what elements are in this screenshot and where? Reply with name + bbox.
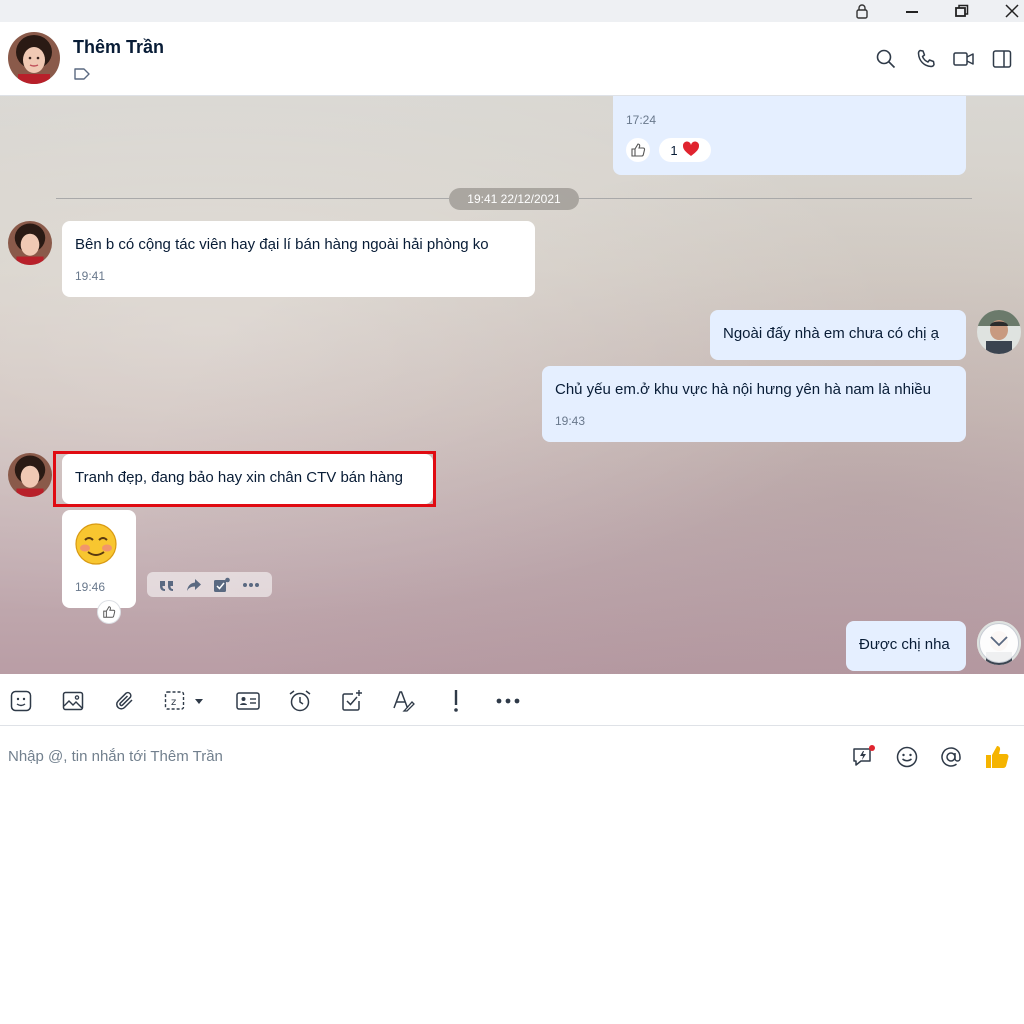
quote-icon[interactable] [159, 578, 175, 592]
phone-icon[interactable] [913, 46, 939, 72]
more-icon[interactable] [242, 582, 260, 588]
close-icon[interactable] [992, 0, 1024, 22]
message-text: Được chị nha [859, 636, 950, 653]
reaction-count: 1 [670, 142, 678, 158]
minimize-icon[interactable] [892, 0, 932, 22]
message-hover-actions [147, 572, 272, 597]
like-reaction-button[interactable] [97, 600, 121, 624]
video-icon[interactable] [951, 46, 977, 72]
contact-name[interactable]: Thêm Trần [73, 37, 164, 58]
chat-header: Thêm Trần [0, 22, 1024, 96]
composer-toolbar: z [0, 674, 1024, 726]
highlight-box [53, 451, 436, 507]
my-avatar[interactable] [977, 310, 1021, 354]
contact-avatar-small[interactable] [8, 453, 52, 497]
message-bubble-out[interactable]: Ngoài đấy nhà em chưa có chị ạ [710, 310, 966, 360]
text-format-icon[interactable] [390, 687, 418, 715]
title-bar [0, 0, 1024, 22]
sticker-message[interactable]: 19:46 [62, 510, 136, 608]
search-icon[interactable] [873, 46, 899, 72]
message-time: 19:41 [75, 269, 106, 283]
important-icon[interactable] [442, 687, 470, 715]
sticker-icon[interactable] [7, 687, 35, 715]
like-icon[interactable] [982, 743, 1012, 771]
message-bubble-out[interactable]: Được chị nha [846, 621, 966, 671]
message-time: 17:24 [626, 113, 657, 127]
mention-icon[interactable] [937, 743, 965, 771]
message-time: 19:43 [555, 414, 586, 428]
task-icon[interactable] [213, 577, 231, 593]
svg-text:z: z [171, 697, 176, 708]
like-reaction-button[interactable] [626, 138, 650, 162]
image-icon[interactable] [59, 687, 87, 715]
reminder-icon[interactable] [286, 687, 314, 715]
lock-icon[interactable] [842, 0, 882, 22]
divider-line [56, 198, 449, 199]
composer [0, 727, 1024, 1024]
heart-icon [682, 140, 700, 160]
side-panel-icon[interactable] [989, 46, 1015, 72]
contact-avatar-small[interactable] [8, 221, 52, 265]
quick-message-icon[interactable] [849, 743, 877, 771]
forward-icon[interactable] [186, 578, 202, 592]
todo-icon[interactable] [338, 687, 366, 715]
attachment-icon[interactable] [111, 687, 139, 715]
contact-card-icon[interactable] [234, 687, 262, 715]
message-text: Ngoài đấy nhà em chưa có chị ạ [723, 325, 939, 342]
message-list[interactable]: 17:24 1 19:41 22/12/2021 Bên b có cộng t… [0, 96, 1024, 674]
message-bubble-out[interactable]: Chủ yếu em.ở khu vực hà nội hưng yên hà … [542, 366, 966, 442]
screenshot-icon[interactable]: z [163, 687, 209, 715]
message-text: Chủ yếu em.ở khu vực hà nội hưng yên hà … [555, 381, 931, 398]
restore-icon[interactable] [942, 0, 982, 22]
more-icon[interactable] [494, 687, 522, 715]
message-input[interactable] [8, 745, 828, 767]
emoji-icon[interactable] [893, 743, 921, 771]
chevron-down-icon [989, 634, 1009, 652]
divider-line [579, 198, 972, 199]
message-bubble-out[interactable]: 17:24 1 [613, 96, 966, 175]
message-time: 19:46 [75, 580, 106, 594]
scroll-down-button[interactable] [979, 623, 1019, 663]
message-bubble-in[interactable]: Bên b có cộng tác viên hay đại lí bán hà… [62, 221, 535, 297]
smiling-face-emoji [74, 522, 118, 570]
contact-avatar[interactable] [8, 32, 60, 84]
date-divider: 19:41 22/12/2021 [449, 188, 579, 210]
tag-icon[interactable] [73, 66, 91, 82]
message-text: Bên b có cộng tác viên hay đại lí bán hà… [75, 236, 489, 253]
reaction-summary[interactable]: 1 [659, 138, 711, 162]
